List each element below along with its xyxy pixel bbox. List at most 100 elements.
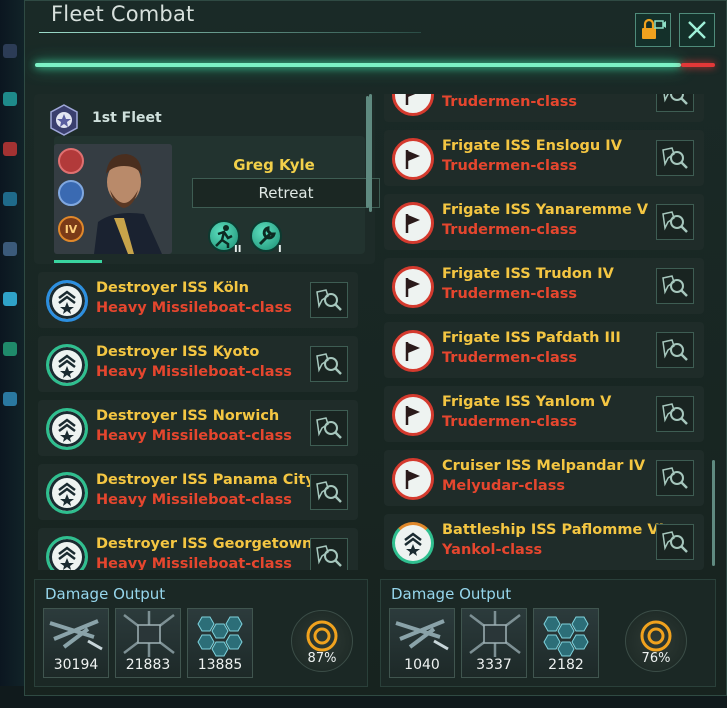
magnifier-ship-icon xyxy=(662,403,688,425)
enemy-progress-marker xyxy=(681,63,715,67)
inspect-ship-button[interactable] xyxy=(656,396,694,432)
close-icon xyxy=(688,21,706,39)
ship-name: Destroyer ISS Norwich xyxy=(96,408,280,424)
magnifier-ship-icon xyxy=(316,481,342,503)
ship-row[interactable]: Trudermen-class xyxy=(384,94,704,122)
magnifier-ship-icon xyxy=(662,275,688,297)
inspect-ship-button[interactable] xyxy=(310,538,348,570)
inspect-ship-button[interactable] xyxy=(310,410,348,446)
damage-output-title: Damage Output xyxy=(45,585,166,603)
inspect-ship-button[interactable] xyxy=(310,282,348,318)
inspect-ship-button[interactable] xyxy=(656,204,694,240)
ship-row[interactable]: Frigate ISS Enslogu IV Trudermen-class xyxy=(384,130,704,186)
leader-card: IV Greg Kyle Retreat II I xyxy=(54,136,380,255)
magnifier-ship-icon xyxy=(316,289,342,311)
lock-camera-button[interactable] xyxy=(635,13,671,47)
damage-value: 30194 xyxy=(53,657,99,673)
destroyer-rank-icon xyxy=(46,536,88,570)
ship-name: Destroyer ISS Köln xyxy=(96,280,249,296)
right-scrollbar-thumb[interactable] xyxy=(712,460,715,566)
outliner-icon xyxy=(3,92,17,106)
ship-name: Frigate ISS Pafdath III xyxy=(442,330,621,346)
ship-row[interactable]: Destroyer ISS Köln Heavy Missileboat-cla… xyxy=(38,272,358,328)
outliner-icon xyxy=(3,142,17,156)
destroyer-rank-icon xyxy=(46,408,88,450)
ship-name: Frigate ISS Trudon IV xyxy=(442,266,614,282)
battleship-rank-icon xyxy=(392,522,434,564)
inspect-ship-button[interactable] xyxy=(656,524,694,560)
ship-row[interactable]: Cruiser ISS Melpandar IV Melyudar-class xyxy=(384,450,704,506)
fleet-emblem-icon xyxy=(50,104,78,136)
ship-name: Frigate ISS Enslogu IV xyxy=(442,138,622,154)
leader-rank: IV xyxy=(64,222,78,236)
ship-row[interactable]: Destroyer ISS Panama City Heavy Missileb… xyxy=(38,464,358,520)
fleet-combat-window: Fleet Combat 1st Fleet IV Greg Kyle Retr… xyxy=(24,0,727,696)
damage-value: 3337 xyxy=(476,657,512,673)
shield-hex-icon[interactable]: 13885 xyxy=(187,608,253,678)
ship-row[interactable]: Frigate ISS Yanaremme V Trudermen-class xyxy=(384,194,704,250)
trait-star-icon[interactable] xyxy=(58,148,84,174)
ship-class: Heavy Missileboat-class xyxy=(96,428,292,444)
ship-row[interactable]: Frigate ISS Trudon IV Trudermen-class xyxy=(384,258,704,314)
frigate-flag-icon xyxy=(392,138,434,180)
enemy-ship-list: Trudermen-class Frigate ISS Enslogu IV T… xyxy=(380,94,719,570)
retreat-button[interactable]: Retreat xyxy=(192,178,380,208)
leader-portrait[interactable]: IV xyxy=(54,144,172,254)
ship-row[interactable]: Destroyer ISS Kyoto Heavy Missileboat-cl… xyxy=(38,336,358,392)
enemy-fleet-panel: Trudermen-class Frigate ISS Enslogu IV T… xyxy=(366,94,719,570)
inspect-ship-button[interactable] xyxy=(656,140,694,176)
damage-value: 21883 xyxy=(125,657,171,673)
padlock-icon xyxy=(642,18,666,39)
ship-row[interactable]: Battleship ISS Paflomme VI Yankol-class xyxy=(384,514,704,570)
inspect-ship-button[interactable] xyxy=(656,94,694,112)
magnifier-ship-icon xyxy=(662,339,688,361)
damage-value: 13885 xyxy=(197,657,243,673)
ship-class: Trudermen-class xyxy=(442,222,578,238)
ship-row[interactable]: Frigate ISS Yanlom V Trudermen-class xyxy=(384,386,704,442)
magnifier-ship-icon xyxy=(316,417,342,439)
missile-weapon-icon[interactable]: 3337 xyxy=(461,608,527,678)
ship-class: Heavy Missileboat-class xyxy=(96,364,292,380)
inspect-ship-button[interactable] xyxy=(310,346,348,382)
title-underline xyxy=(39,32,421,33)
leader-name: Greg Kyle xyxy=(233,156,315,174)
ship-row[interactable]: Destroyer ISS Norwich Heavy Missileboat-… xyxy=(38,400,358,456)
frigate-flag-icon xyxy=(392,202,434,244)
trait-level: I xyxy=(278,244,282,255)
inspect-ship-button[interactable] xyxy=(656,332,694,368)
target-ring-icon xyxy=(640,620,672,652)
ship-class: Trudermen-class xyxy=(442,94,578,110)
outliner-icon xyxy=(3,292,17,306)
fleet-name[interactable]: 1st Fleet xyxy=(92,110,162,126)
outliner-icon xyxy=(3,192,17,206)
inspect-ship-button[interactable] xyxy=(656,268,694,304)
kinetic-weapon-icon[interactable]: 30194 xyxy=(43,608,109,678)
title-bar: Fleet Combat xyxy=(25,1,727,37)
left-scrollbar[interactable] xyxy=(369,94,372,212)
ship-class: Trudermen-class xyxy=(442,286,578,302)
trait-swirl-icon[interactable] xyxy=(58,180,84,206)
leader-level-badge: IV xyxy=(58,216,84,242)
inspect-ship-button[interactable] xyxy=(310,474,348,510)
shield-hex-icon[interactable]: 2182 xyxy=(533,608,599,678)
close-button[interactable] xyxy=(679,13,715,47)
efficiency-gauge: 87% xyxy=(291,610,353,672)
missile-weapon-icon[interactable]: 21883 xyxy=(115,608,181,678)
efficiency-value: 87% xyxy=(307,651,337,666)
inspect-ship-button[interactable] xyxy=(656,460,694,496)
ship-row[interactable]: Destroyer ISS Georgetown Heavy Missilebo… xyxy=(38,528,358,570)
player-fleet-panel: 1st Fleet IV Greg Kyle Retreat II I Dest… xyxy=(34,94,380,570)
magnifier-ship-icon xyxy=(316,353,342,375)
ship-row[interactable]: Frigate ISS Pafdath III Trudermen-class xyxy=(384,322,704,378)
right-scrollbar[interactable] xyxy=(366,96,369,208)
outliner-icon xyxy=(3,242,17,256)
target-ring-icon xyxy=(306,620,338,652)
ship-class: Heavy Missileboat-class xyxy=(96,492,292,508)
frigate-flag-icon xyxy=(392,94,434,116)
ship-class: Yankol-class xyxy=(442,542,543,558)
kinetic-weapon-icon[interactable]: 1040 xyxy=(389,608,455,678)
frigate-flag-icon xyxy=(392,330,434,372)
outliner-icon xyxy=(3,44,17,58)
ship-class: Trudermen-class xyxy=(442,414,578,430)
leader-xp-bar xyxy=(54,260,102,263)
